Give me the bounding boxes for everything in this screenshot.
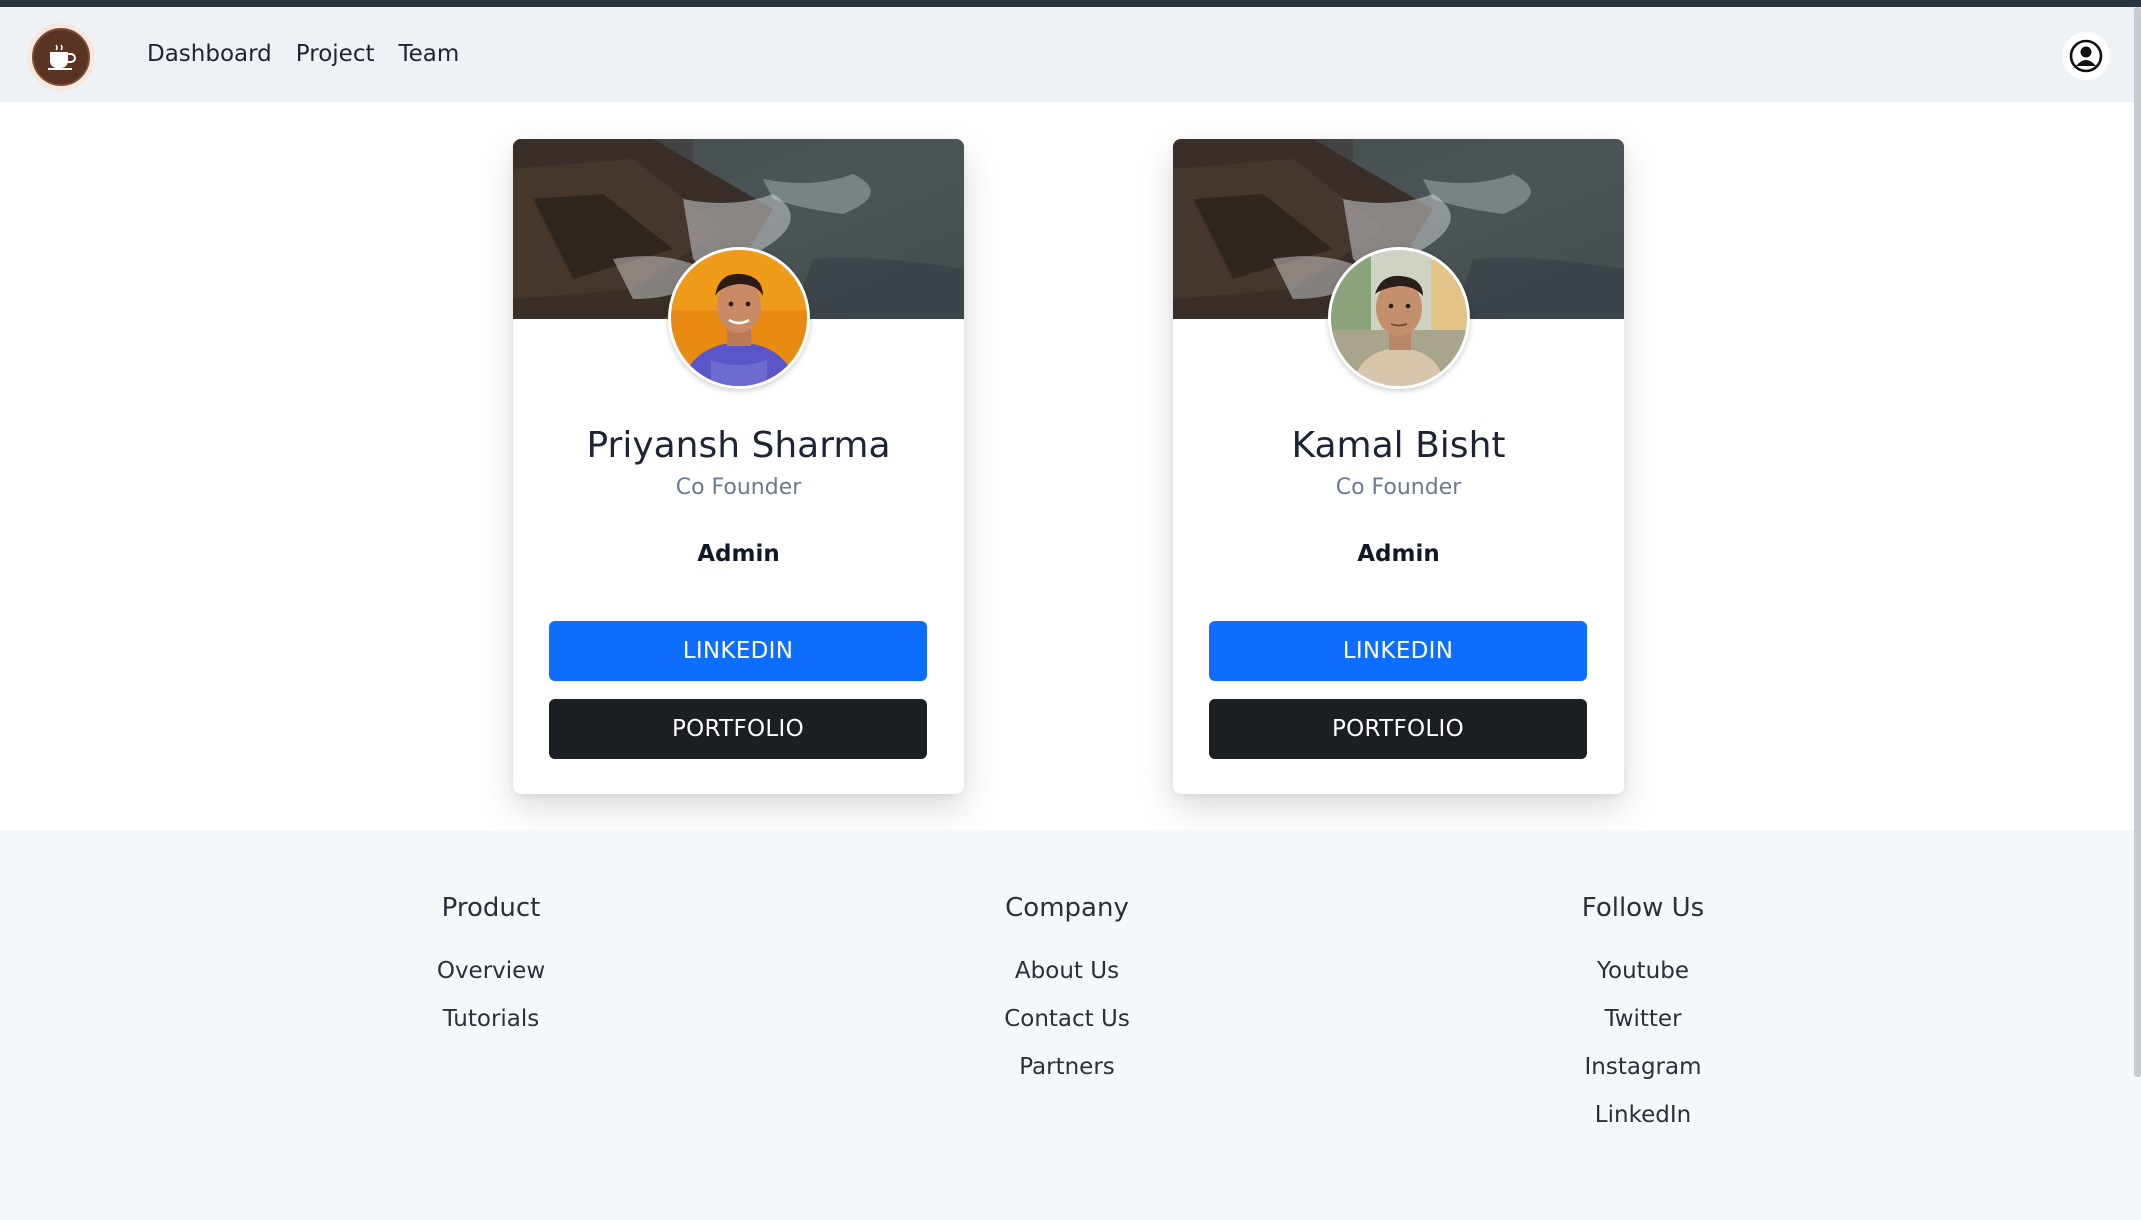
- linkedin-button[interactable]: LINKEDIN: [549, 621, 927, 681]
- member-role: Co Founder: [675, 475, 802, 500]
- footer-column-follow-us: Follow Us Youtube Twitter Instagram Link…: [1473, 893, 1813, 1139]
- nav-link-project[interactable]: Project: [296, 41, 375, 67]
- member-name: Kamal Bisht: [1291, 425, 1506, 466]
- portfolio-button[interactable]: PORTFOLIO: [1209, 699, 1587, 759]
- portfolio-button[interactable]: PORTFOLIO: [549, 699, 927, 759]
- nav-link-dashboard[interactable]: Dashboard: [147, 41, 272, 67]
- profile-button[interactable]: [2062, 32, 2110, 80]
- footer-link-overview[interactable]: Overview: [321, 947, 661, 995]
- member-name: Priyansh Sharma: [586, 425, 891, 466]
- coffee-cup-icon: [32, 28, 90, 86]
- member-role: Co Founder: [1335, 475, 1462, 500]
- footer-link-youtube[interactable]: Youtube: [1473, 947, 1813, 995]
- linkedin-button[interactable]: LINKEDIN: [1209, 621, 1587, 681]
- footer-link-twitter[interactable]: Twitter: [1473, 995, 1813, 1043]
- footer-link-instagram[interactable]: Instagram: [1473, 1043, 1813, 1091]
- team-card: Priyansh Sharma Co Founder Admin LINKEDI…: [513, 139, 964, 794]
- footer: Product Overview Tutorials Company About…: [0, 830, 2141, 1220]
- footer-link-tutorials[interactable]: Tutorials: [321, 995, 661, 1043]
- user-circle-icon: [2069, 39, 2103, 73]
- footer-link-linkedin[interactable]: LinkedIn: [1473, 1091, 1813, 1139]
- footer-link-contact-us[interactable]: Contact Us: [897, 995, 1237, 1043]
- member-badge: Admin: [1357, 541, 1440, 567]
- vertical-scrollbar[interactable]: [2134, 7, 2141, 1077]
- footer-heading: Follow Us: [1581, 893, 1705, 923]
- avatar: [1328, 247, 1470, 389]
- brand-logo[interactable]: [27, 23, 95, 91]
- footer-heading: Company: [1005, 893, 1129, 923]
- member-badge: Admin: [697, 541, 780, 567]
- avatar: [668, 247, 810, 389]
- footer-column-company: Company About Us Contact Us Partners: [897, 893, 1237, 1091]
- footer-link-partners[interactable]: Partners: [897, 1043, 1237, 1091]
- footer-heading: Product: [441, 893, 541, 923]
- footer-link-about-us[interactable]: About Us: [897, 947, 1237, 995]
- navbar: Dashboard Project Team: [0, 7, 2141, 102]
- nav-link-team[interactable]: Team: [399, 41, 460, 67]
- footer-column-product: Product Overview Tutorials: [321, 893, 661, 1043]
- top-strip: [0, 0, 2141, 7]
- team-section: Priyansh Sharma Co Founder Admin LINKEDI…: [0, 102, 2141, 830]
- team-card: Kamal Bisht Co Founder Admin LINKEDIN PO…: [1173, 139, 1624, 794]
- main-nav: Dashboard Project Team: [147, 41, 483, 67]
